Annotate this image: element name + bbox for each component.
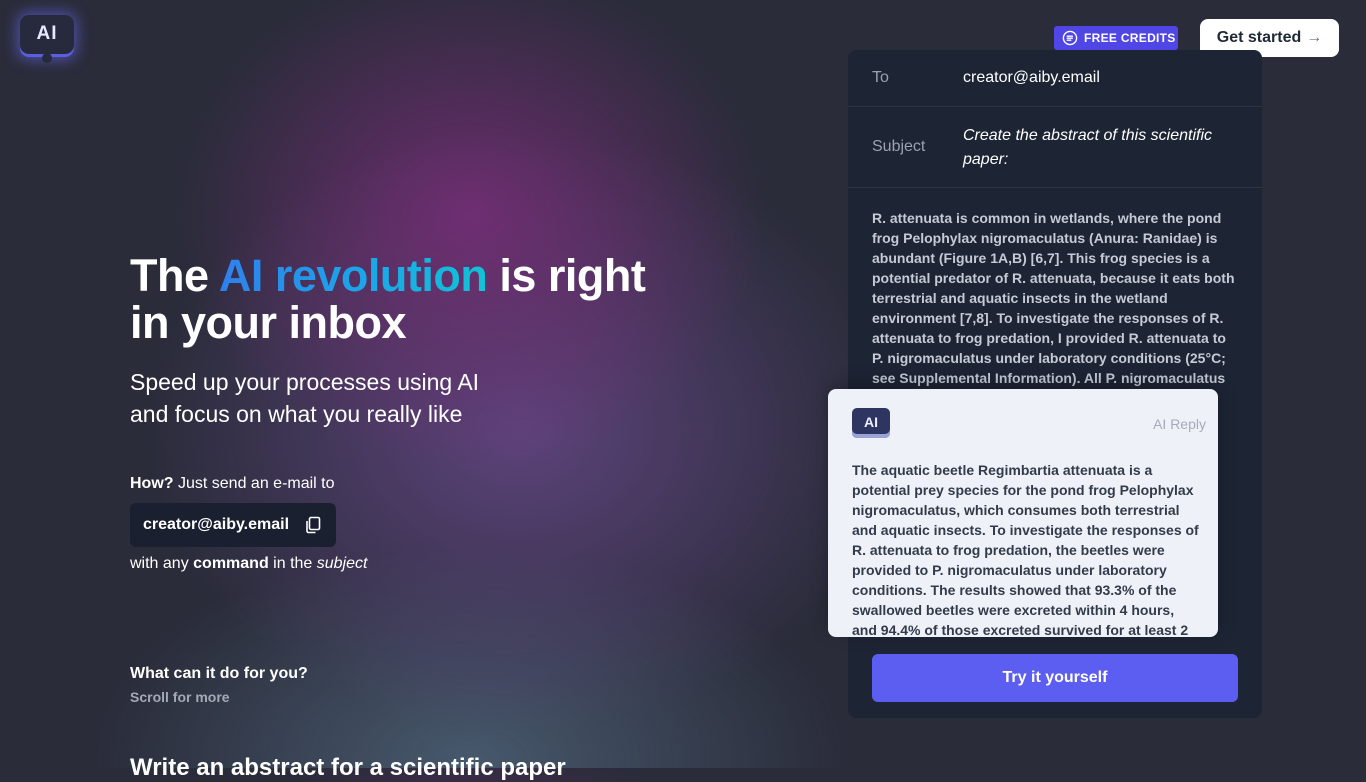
logo-tail-decoration — [42, 53, 52, 63]
copy-icon[interactable] — [303, 515, 323, 535]
subject-value: Create the abstract of this scientific p… — [963, 127, 1212, 168]
hero-subtitle: Speed up your processes using AI and foc… — [130, 369, 480, 427]
to-label: To — [872, 69, 889, 86]
coin-stack-icon — [1062, 30, 1078, 46]
try-it-yourself-button[interactable]: Try it yourself — [872, 654, 1238, 702]
ai-avatar-text: AI — [864, 413, 878, 430]
how-instructions: How? Just send an e-mail to — [130, 475, 335, 493]
logo[interactable]: AI — [20, 15, 74, 63]
feature-heading: Write an abstract for a scientific paper — [130, 754, 566, 781]
with-any-text: with any — [130, 555, 194, 572]
how-bold: How? — [130, 475, 174, 492]
arrow-right-icon: → — [1306, 29, 1323, 46]
command-word: command — [193, 555, 269, 572]
command-hint: with any command in the subject — [130, 555, 367, 573]
logo-text: AI — [36, 23, 58, 44]
ai-reply-card: AI AI Reply The aquatic beetle Regimbart… — [828, 389, 1218, 637]
free-credits-badge[interactable]: FREE CREDITS — [1054, 26, 1178, 50]
copy-email-chip[interactable]: creator@aiby.email — [130, 503, 336, 547]
ai-reply-label: AI Reply — [1153, 416, 1206, 432]
hero-title-prefix: The — [130, 250, 219, 301]
email-address: creator@aiby.email — [143, 516, 290, 533]
subject-label: Subject — [872, 138, 926, 155]
hero-title: The AI revolution is right in your inbox — [130, 252, 650, 346]
features-question: What can it do for you? — [130, 665, 308, 682]
ai-avatar: AI — [852, 408, 890, 438]
how-text: Just send an e-mail to — [173, 475, 335, 492]
hero-title-highlight: AI revolution — [218, 250, 488, 301]
in-the-text: in the — [268, 555, 317, 572]
scroll-hint: Scroll for more — [130, 689, 230, 705]
get-started-label: Get started — [1216, 29, 1302, 46]
free-credits-label: FREE CREDITS — [1084, 31, 1176, 45]
email-body: R. attenuata is common in wetlands, wher… — [872, 210, 1235, 386]
to-value: creator@aiby.email — [963, 69, 1100, 86]
ai-reply-body: The aquatic beetle Regimbartia attenuata… — [852, 462, 1199, 637]
subject-word: subject — [316, 555, 368, 572]
